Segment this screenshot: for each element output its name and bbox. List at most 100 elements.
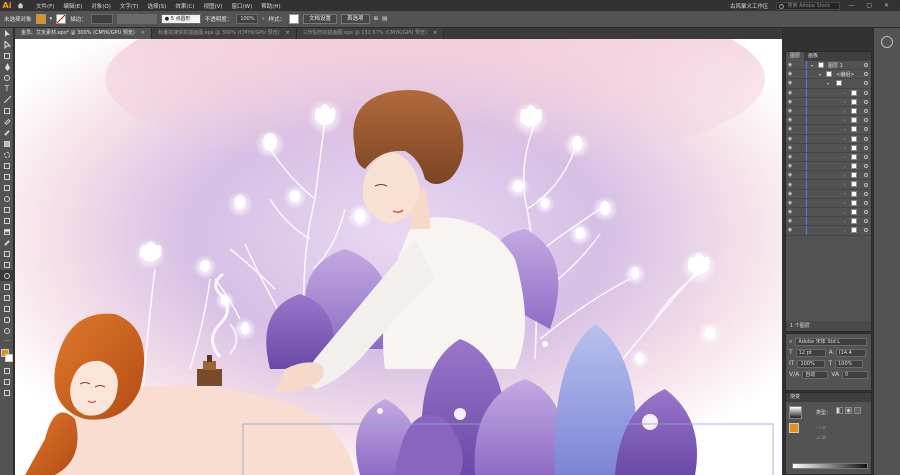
menu-file[interactable]: 文件(F) — [36, 2, 54, 10]
rectangle-tool-icon[interactable] — [0, 105, 14, 116]
menu-edit[interactable]: 编辑(E) — [63, 2, 82, 10]
layer-name[interactable]: 图层 1 — [828, 62, 843, 69]
edit-toolbar-icon[interactable]: ··· — [0, 336, 14, 347]
free-transform-tool-icon[interactable] — [0, 182, 14, 193]
eye-icon[interactable]: ◉ — [786, 126, 794, 132]
eye-icon[interactable]: ◉ — [786, 200, 794, 206]
tracking-field[interactable]: 0 — [842, 370, 868, 379]
direct-selection-tool-icon[interactable] — [0, 39, 14, 50]
mesh-tool-icon[interactable] — [0, 215, 14, 226]
fill-stroke-icon[interactable] — [0, 347, 14, 365]
style-swatch[interactable] — [289, 14, 300, 24]
target-icon[interactable] — [864, 99, 868, 104]
layer-row[interactable]: ◉ › — [786, 162, 871, 172]
eye-icon[interactable]: ◉ — [786, 80, 794, 86]
eye-icon[interactable]: ◉ — [786, 182, 794, 188]
paintbrush-tool-icon[interactable] — [0, 116, 14, 127]
layer-row[interactable]: ◉ › — [786, 125, 871, 135]
tab-artboards[interactable]: 画板 — [804, 52, 822, 61]
stroke-swatch[interactable] — [56, 14, 67, 24]
eye-icon[interactable]: ◉ — [786, 145, 794, 151]
variable-width-dropdown[interactable] — [116, 14, 157, 24]
tab-layers[interactable]: 图层 — [786, 52, 805, 61]
blend-tool-icon[interactable] — [0, 248, 14, 259]
target-icon[interactable] — [864, 127, 868, 132]
layer-row[interactable]: ◉ › — [786, 106, 871, 117]
chevron-down-icon[interactable]: ▾ — [811, 63, 813, 68]
chevron-right-icon[interactable]: › — [844, 228, 846, 233]
transform-icon[interactable]: ▤ — [382, 16, 387, 22]
target-icon[interactable] — [864, 136, 868, 141]
window-controls[interactable]: — ▢ ✕ — [848, 2, 894, 9]
chevron-right-icon[interactable]: › — [844, 145, 846, 150]
target-icon[interactable] — [864, 90, 868, 95]
target-icon[interactable] — [864, 109, 868, 114]
chevron-right-icon[interactable]: › — [844, 210, 846, 215]
layer-row[interactable]: ◉ › — [786, 116, 871, 126]
preferences-button[interactable]: 首选项 — [341, 14, 370, 24]
shape-builder-tool-icon[interactable] — [0, 193, 14, 204]
vertical-scale-field[interactable]: 100% — [797, 359, 826, 368]
target-icon[interactable] — [864, 118, 868, 123]
layer-row[interactable]: ◉ › — [786, 88, 871, 98]
stroke-weight-dropdown[interactable] — [90, 14, 113, 24]
zoom-tool-icon[interactable] — [0, 270, 14, 281]
layer-row[interactable]: ◉ ▾ — [786, 79, 871, 89]
eyedropper-tool-icon[interactable] — [0, 237, 14, 248]
draw-mode-icon[interactable] — [0, 376, 14, 387]
target-icon[interactable] — [864, 154, 868, 159]
font-size-field[interactable]: 12 pt — [795, 348, 826, 357]
align-icon[interactable]: ⊞ — [374, 16, 379, 22]
eye-icon[interactable]: ◉ — [786, 227, 794, 233]
eraser-tool-icon[interactable] — [0, 138, 14, 149]
fill-icon[interactable] — [789, 423, 799, 433]
eye-icon[interactable]: ◉ — [786, 99, 794, 105]
search-icon[interactable]: ⌕ — [789, 338, 792, 346]
layer-row[interactable]: ◉ ▾ <编组> — [786, 70, 871, 80]
eye-icon[interactable]: ◉ — [786, 191, 794, 197]
graph-tool-icon[interactable] — [0, 281, 14, 292]
gear-icon[interactable] — [881, 36, 893, 48]
eye-icon[interactable]: ◉ — [786, 136, 794, 142]
tab-document-3[interactable]: 三伏贴伤扣插画图.eps @ 132.67% (CMYK/GPU 预览) × — [296, 28, 445, 39]
chevron-down-icon[interactable]: ▾ — [50, 16, 53, 22]
stock-search-input[interactable]: 搜索 Adobe Stock — [776, 1, 841, 10]
layer-row[interactable]: ◉ › — [786, 180, 871, 190]
chevron-right-icon[interactable]: › — [844, 127, 846, 132]
layer-row[interactable]: ◉ › — [786, 97, 871, 107]
group-name[interactable]: <编组> — [836, 71, 854, 78]
close-icon[interactable]: × — [285, 30, 289, 36]
horizontal-scale-field[interactable]: 100% — [835, 359, 864, 368]
target-icon[interactable] — [864, 81, 868, 86]
workspace-switcher[interactable]: 古风聚义工作区 — [730, 2, 769, 10]
layer-row[interactable]: ◉ › — [786, 143, 871, 153]
radial-gradient-button[interactable] — [845, 407, 852, 414]
kerning-field[interactable]: 自动 — [802, 370, 829, 379]
home-icon[interactable] — [14, 0, 26, 11]
target-icon[interactable] — [864, 164, 868, 169]
symbol-sprayer-tool-icon[interactable] — [0, 259, 14, 270]
eye-icon[interactable]: ◉ — [786, 108, 794, 114]
rotate-tool-icon[interactable] — [0, 149, 14, 160]
target-icon[interactable] — [864, 210, 868, 215]
freeform-gradient-button[interactable] — [854, 407, 861, 414]
curvature-tool-icon[interactable] — [0, 72, 14, 83]
menu-type[interactable]: 文字(T) — [120, 2, 139, 10]
menu-object[interactable]: 对象(O) — [91, 2, 111, 10]
chevron-down-icon[interactable]: ▾ — [827, 81, 829, 86]
target-icon[interactable] — [864, 182, 868, 187]
menu-select[interactable]: 选择(S) — [148, 2, 167, 10]
menu-help[interactable]: 帮助(H) — [261, 2, 280, 10]
scale-tool-icon[interactable] — [0, 160, 14, 171]
close-icon[interactable]: × — [433, 30, 437, 36]
fill-swatch[interactable] — [35, 14, 46, 24]
eye-icon[interactable]: ◉ — [786, 71, 794, 77]
layer-row[interactable]: ◉ › — [786, 217, 871, 227]
menu-effect[interactable]: 效果(C) — [175, 2, 194, 10]
target-icon[interactable] — [864, 228, 868, 233]
screen-mode-icon[interactable] — [0, 387, 14, 398]
slice-tool-icon[interactable] — [0, 303, 14, 314]
layer-row[interactable]: ◉ › — [786, 171, 871, 181]
layer-row[interactable]: ◉ › — [786, 226, 871, 236]
pencil-tool-icon[interactable] — [0, 127, 14, 138]
